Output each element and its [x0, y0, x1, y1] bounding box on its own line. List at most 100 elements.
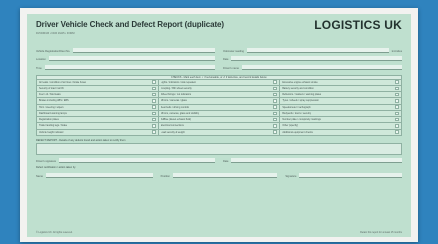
check-box[interactable]	[151, 92, 156, 97]
field-line[interactable]	[241, 64, 402, 70]
field-line[interactable]	[231, 157, 402, 163]
check-box[interactable]	[394, 111, 399, 116]
field-label: Name	[36, 174, 43, 178]
field-row: Location Date	[36, 53, 402, 61]
check-box[interactable]	[151, 86, 156, 91]
field-line[interactable]	[44, 64, 215, 70]
check-item-label: Other (specify)	[282, 124, 299, 128]
field-label: Date	[223, 58, 229, 61]
check-item: Additional equipment checks	[280, 129, 402, 136]
footer-copyright: © Logistics UK. All rights reserved.	[36, 231, 73, 234]
field-row: Vehicle Registration/Fleet No. Odometer …	[36, 44, 402, 53]
field-label: Location	[36, 58, 46, 61]
action-position-field[interactable]: Position	[160, 172, 278, 178]
footer-note: Retain this report for at least 15 month…	[360, 231, 402, 234]
check-item-label: Air leaks / condition of air lines / bra…	[39, 80, 87, 84]
check-item-label: Battery security and condition	[282, 86, 314, 90]
field-label: Vehicle Registration/Fleet No.	[36, 49, 71, 53]
check-item-label: Fuel / oil / fluid leaks	[39, 93, 61, 97]
check-item-label: Coupling / fifth wheel security	[160, 86, 192, 90]
checks-grid: Air leaks / condition of air lines / bra…	[36, 79, 402, 136]
check-item: Load security & weight	[158, 129, 281, 136]
check-box[interactable]	[273, 92, 278, 97]
field-label: Odometer reading	[223, 49, 244, 53]
action-section: Defect rectification / action taken by N…	[36, 166, 403, 178]
check-item-label: Additional equipment checks	[282, 130, 313, 134]
field-line[interactable]	[59, 157, 215, 163]
check-box[interactable]	[394, 80, 399, 84]
defects-textarea[interactable]	[36, 142, 402, 155]
vehicle-details: Vehicle Registration/Fleet No. Odometer …	[36, 44, 402, 70]
field-label: Signature	[285, 174, 297, 178]
check-box[interactable]	[394, 92, 399, 97]
date-field[interactable]: Date	[223, 56, 402, 61]
check-box[interactable]	[273, 124, 278, 128]
check-item-label: Load security & weight	[160, 130, 185, 134]
check-item-label: Horn / steering / wipers	[39, 105, 64, 109]
check-box[interactable]	[151, 105, 156, 109]
check-item-label: Registration plates	[39, 118, 59, 122]
field-line[interactable]	[73, 47, 215, 53]
check-item-label: Lights / indicators / side repeaters	[160, 80, 197, 84]
check-box[interactable]	[273, 80, 278, 84]
check-item-label: Bodywork / doors / security	[282, 111, 312, 115]
check-box[interactable]	[151, 130, 156, 134]
driver-signature-row: Driver's signature Date	[36, 155, 402, 163]
check-item-label: Number plate / conspicuity markings	[282, 118, 321, 122]
registration-field[interactable]: Vehicle Registration/Fleet No.	[36, 47, 215, 53]
driver-name-field[interactable]: Driver's name	[223, 64, 402, 70]
check-item: Vehicle height indicator	[37, 129, 159, 136]
form-subtitle: DVCDR/A5 • NCR 16/A5 • FORM	[36, 32, 75, 35]
check-item-label: Mirrors / cameras / glass	[160, 99, 187, 103]
brand-logo: LOGISTICS UK	[314, 18, 402, 32]
check-box[interactable]	[394, 124, 399, 128]
check-box[interactable]	[394, 105, 399, 109]
driver-signature-field[interactable]: Driver's signature	[36, 157, 215, 163]
check-box[interactable]	[151, 80, 156, 84]
check-item-label: Mirrors, cameras, glass and visibility	[160, 111, 200, 115]
field-line[interactable]	[48, 56, 215, 61]
check-item-label: Trailer landing legs / brake	[39, 124, 68, 128]
action-name-field[interactable]: Name	[36, 172, 153, 178]
check-item-label: Reflectors / markers / warning plates	[282, 93, 322, 97]
field-unit: km/miles	[391, 49, 402, 53]
field-line[interactable]	[231, 56, 402, 61]
check-item-label: Tyres / wheels / spray suppression	[282, 99, 319, 103]
check-item-label: Brakes including ABS / EBS	[39, 99, 69, 103]
check-box[interactable]	[394, 117, 399, 122]
check-item-label: Seat belts / driving controls	[160, 105, 190, 109]
field-line[interactable]	[299, 172, 403, 178]
field-label: Driver's name	[223, 66, 239, 70]
check-item-label: Electrical connections	[160, 124, 184, 128]
field-line[interactable]	[246, 47, 389, 53]
field-line[interactable]	[45, 172, 153, 178]
location-field[interactable]: Location	[36, 56, 215, 61]
form-title: Driver Vehicle Check and Defect Report (…	[36, 20, 224, 29]
time-field[interactable]: Time	[36, 64, 215, 70]
field-label: Position	[160, 174, 170, 178]
check-box[interactable]	[273, 111, 278, 116]
action-signature-row: Name Position Signature	[36, 170, 403, 178]
check-box[interactable]	[273, 117, 278, 122]
field-row: Time Driver's name	[36, 61, 402, 70]
check-box[interactable]	[151, 111, 156, 116]
check-box[interactable]	[394, 99, 399, 103]
check-box[interactable]	[151, 99, 156, 103]
odometer-field[interactable]: Odometer reading km/miles	[223, 47, 402, 53]
check-item-label: Speedometer / tachograph	[282, 105, 311, 109]
signature-date-field[interactable]: Date	[223, 157, 402, 163]
check-box[interactable]	[273, 105, 278, 109]
defect-section: DEFECT REPORT - Details of any defects f…	[36, 139, 402, 163]
field-line[interactable]	[172, 172, 278, 178]
check-box[interactable]	[394, 130, 399, 134]
check-box[interactable]	[151, 124, 156, 128]
check-box[interactable]	[273, 130, 278, 134]
check-item-label: AdBlue (diesel exhaust fluid)	[160, 118, 191, 122]
check-box[interactable]	[273, 86, 278, 91]
check-item-label: Wheel fixings / nut indicators	[160, 93, 192, 97]
check-box[interactable]	[151, 117, 156, 122]
check-box[interactable]	[273, 99, 278, 103]
check-box[interactable]	[394, 86, 399, 91]
action-signature-field[interactable]: Signature	[285, 172, 403, 178]
field-label: Date	[223, 159, 229, 163]
